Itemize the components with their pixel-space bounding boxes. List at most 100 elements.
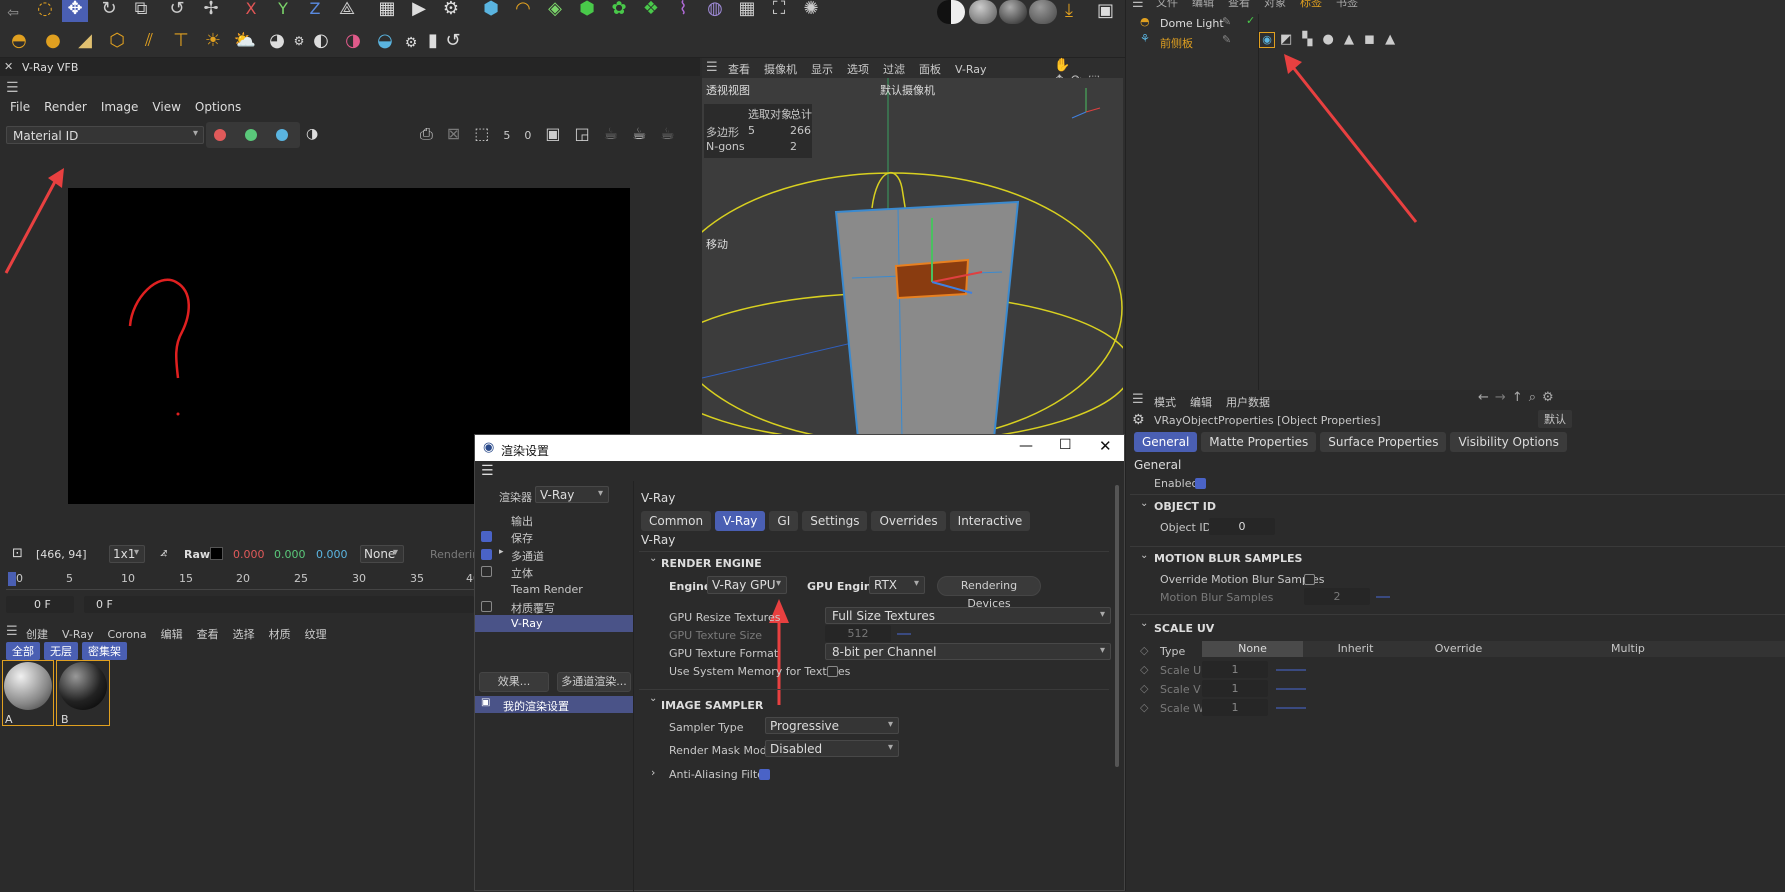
type-override[interactable]: Override <box>1408 641 1509 657</box>
select-icon[interactable]: ◌ <box>32 0 58 22</box>
blue-channel-button[interactable] <box>276 129 288 141</box>
sun-icon[interactable]: ☀ <box>200 28 226 54</box>
teapot-render-icon[interactable]: ☕ <box>632 124 660 143</box>
timeline-ruler[interactable]: 0 5 10 15 20 25 30 35 40 <box>6 570 480 590</box>
sky-icon[interactable]: ⛅ <box>232 28 258 54</box>
resize-textures-select[interactable]: Full Size Textures <box>825 607 1111 624</box>
scale-u-field[interactable]: 1 <box>1202 661 1268 678</box>
lines-icon[interactable]: ⫽ <box>136 28 162 54</box>
move-icon[interactable]: ✥ <box>62 0 88 22</box>
my-render-setting[interactable]: ▣ 我的渲染设置 <box>475 696 633 713</box>
frame-icon[interactable]: ▣ <box>545 124 574 143</box>
effects-button[interactable]: 效果... <box>479 672 549 692</box>
mb-samples-field[interactable]: 2 <box>1304 588 1370 605</box>
obj-menu-object[interactable]: 对象 <box>1264 0 1286 10</box>
object-id-field[interactable]: 0 <box>1209 518 1275 535</box>
chevron-down-icon[interactable]: ⌄ <box>1140 550 1148 561</box>
motion-blur-header[interactable]: MOTION BLUR SAMPLES <box>1154 552 1302 565</box>
menu-image[interactable]: Image <box>101 100 139 114</box>
hamburger-icon[interactable]: ☰ <box>6 80 19 96</box>
generator-icon[interactable]: ◈ <box>542 0 568 22</box>
dodeca-icon[interactable]: ⬡ <box>104 28 130 54</box>
settings-item-vray[interactable]: V-Ray <box>475 615 633 632</box>
camera-label[interactable]: 默认摄像机 <box>880 82 935 98</box>
coordinate-icon[interactable]: ⟁ <box>334 0 360 22</box>
clear-icon[interactable]: ⊠ <box>447 124 474 143</box>
tab-surface[interactable]: Surface Properties <box>1320 432 1447 452</box>
forward-icon[interactable]: → <box>1495 390 1512 405</box>
material-b[interactable]: B <box>56 660 110 726</box>
obj-menu-view[interactable]: 查看 <box>1228 0 1250 10</box>
bend-icon[interactable]: ◠ <box>510 0 536 22</box>
zoom-select[interactable]: 1x1 <box>109 545 145 563</box>
engine-select[interactable]: V-Ray GPU <box>707 576 787 594</box>
edit-icon[interactable]: ✎ <box>1222 33 1231 46</box>
menu-texture[interactable]: 纹理 <box>305 626 327 642</box>
hamburger-icon[interactable]: ☰ <box>481 463 494 479</box>
palette-icon[interactable]: ◐ <box>308 28 334 54</box>
render-engine-header[interactable]: RENDER ENGINE <box>661 557 762 570</box>
tab-gi[interactable]: GI <box>769 511 799 531</box>
obj-menu-tags[interactable]: 标签 <box>1300 0 1322 10</box>
grid-icon[interactable]: ▦ <box>734 0 760 22</box>
material-a[interactable]: A <box>2 660 54 726</box>
type-inherit[interactable]: Inherit <box>1305 641 1406 657</box>
frame-start-field[interactable]: 0 F <box>6 596 74 613</box>
menu-material[interactable]: 材质 <box>269 626 291 642</box>
attr-menu-edit[interactable]: 编辑 <box>1190 394 1212 410</box>
close-icon[interactable]: ✕ <box>1099 437 1112 455</box>
mb-slider[interactable] <box>1376 596 1390 598</box>
cloner-icon[interactable]: ❖ <box>638 0 664 22</box>
deformer-icon[interactable]: ⌇ <box>670 0 696 22</box>
teapot-icon[interactable]: ☕ <box>604 124 632 143</box>
object-row-domelight[interactable]: ◓ Dome Light ✎ ✓ <box>1126 14 1785 32</box>
x-axis-icon[interactable]: X <box>238 0 264 22</box>
aa-filter-checkbox[interactable] <box>759 769 770 780</box>
scrollbar[interactable] <box>1115 485 1119 767</box>
multipass-checkbox[interactable] <box>481 549 492 560</box>
hamburger-icon[interactable]: ☰ <box>1132 392 1144 407</box>
lock-icon[interactable]: ⊡ <box>12 546 23 561</box>
chevron-down-icon[interactable]: ⌄ <box>1140 618 1148 629</box>
hamburger-icon[interactable]: ☰ <box>706 60 718 75</box>
half-sphere-icon[interactable]: ◓ <box>6 28 32 54</box>
download-icon[interactable]: ⤓ <box>1065 0 1073 21</box>
expand-icon[interactable]: ▸ <box>499 547 504 557</box>
search-icon[interactable]: ⌕ <box>1529 390 1542 405</box>
attr-menu-userdata[interactable]: 用户数据 <box>1226 394 1270 410</box>
close-icon[interactable]: ✕ <box>4 60 13 73</box>
tab-matte[interactable]: Matte Properties <box>1201 432 1317 452</box>
hamburger-icon[interactable]: ☰ <box>1132 0 1144 11</box>
material-red-icon[interactable]: ◑ <box>340 28 366 54</box>
layout-icon[interactable]: ▣ <box>1097 0 1114 21</box>
settings-item-material-override[interactable]: 材质覆写 <box>475 598 633 615</box>
sphere-icon[interactable]: ● <box>40 28 66 54</box>
gpu-engine-select[interactable]: RTX <box>869 576 925 594</box>
check-icon[interactable]: ✓ <box>1246 14 1255 27</box>
settings-icon[interactable]: ⚙ <box>1542 390 1560 405</box>
default-button[interactable]: 默认 <box>1538 410 1572 428</box>
vp-menu-panel[interactable]: 面板 <box>919 61 941 77</box>
menu-file[interactable]: File <box>10 100 30 114</box>
object-row-panel[interactable]: ⚘ 前侧板 ✎ ◉ ◩ ▚ ● ▲ ◼ ▲ <box>1126 32 1785 50</box>
vp-menu-display[interactable]: 显示 <box>811 61 833 77</box>
type-multiply[interactable]: Multip <box>1611 641 1671 657</box>
teapot-stop-icon[interactable]: ☕ <box>660 124 688 143</box>
effector-icon[interactable]: ◍ <box>702 0 728 22</box>
tab-settings[interactable]: Settings <box>802 511 868 531</box>
obj-menu-file[interactable]: 文件 <box>1156 0 1178 10</box>
material-blue-icon[interactable]: ◒ <box>372 28 398 54</box>
save-icon[interactable]: ⎙ <box>420 124 447 143</box>
green-channel-button[interactable] <box>245 129 257 141</box>
texture-size-slider[interactable] <box>897 633 911 635</box>
checker-ball-icon[interactable] <box>937 0 965 24</box>
z-axis-icon[interactable]: Z <box>302 0 328 22</box>
chevron-down-icon[interactable]: ⌄ <box>649 693 657 704</box>
hamburger-icon[interactable]: ☰ <box>6 624 18 639</box>
light-icon[interactable]: ✺ <box>798 0 824 22</box>
minimize-icon[interactable]: — <box>1019 438 1033 454</box>
filter-all[interactable]: 全部 <box>6 642 40 660</box>
up-icon[interactable]: ↑ <box>1512 390 1529 405</box>
pick-icon[interactable]: ⦨ <box>160 545 167 560</box>
obj-menu-bookmarks[interactable]: 书签 <box>1336 0 1358 10</box>
